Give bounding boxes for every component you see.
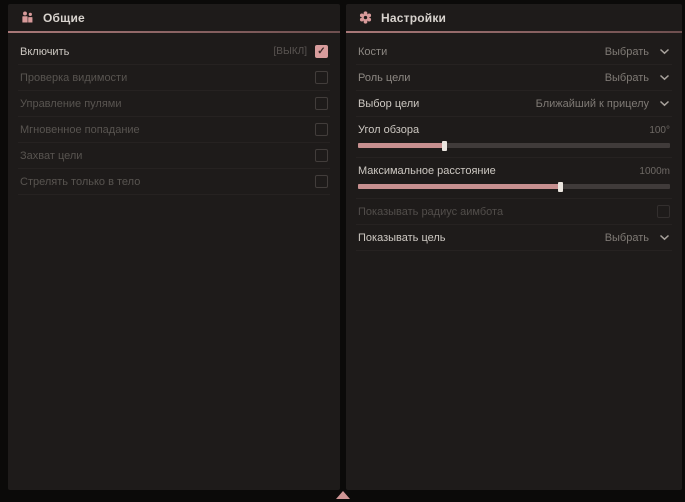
check-icon: ✓ (317, 47, 325, 57)
instant-hit-checkbox[interactable] (315, 123, 328, 136)
gear-icon (358, 10, 373, 25)
target-role-dropdown[interactable]: Выбрать (605, 72, 670, 84)
row-label: Мгновенное попадание (20, 124, 140, 136)
panel-title: Настройки (381, 11, 446, 25)
bullet-control-checkbox[interactable] (315, 97, 328, 110)
row-label: Роль цели (358, 72, 410, 84)
row-label: Выбор цели (358, 98, 419, 110)
slider-fill (358, 143, 445, 148)
menu-panels: Общие Включить [ВЫКЛ] ✓ Проверка видимос… (8, 4, 682, 490)
dropdown-value: Выбрать (605, 232, 649, 244)
slider-value: 1000m (639, 166, 670, 177)
row-instant-hit: Мгновенное попадание (18, 117, 330, 143)
dropdown-value: Выбрать (605, 46, 649, 58)
row-target-selection: Выбор цели Ближайший к прицелу (356, 91, 672, 117)
row-fov: Угол обзора 100° (356, 117, 672, 158)
row-max-distance: Максимальное расстояние 1000m (356, 158, 672, 199)
slider-value: 100° (649, 125, 670, 136)
row-label: Управление пулями (20, 98, 122, 110)
row-visibility-check: Проверка видимости (18, 65, 330, 91)
people-icon (20, 10, 35, 25)
row-label: Захват цели (20, 150, 82, 162)
row-label: Проверка видимости (20, 72, 127, 84)
row-bones: Кости Выбрать (356, 39, 672, 65)
row-label: Максимальное расстояние (358, 165, 496, 177)
row-show-target: Показывать цель Выбрать (356, 225, 672, 251)
panel-general-header: Общие (8, 4, 340, 31)
target-lock-checkbox[interactable] (315, 149, 328, 162)
row-label: Кости (358, 46, 387, 58)
max-distance-slider[interactable] (358, 184, 670, 189)
keybind-state: [ВЫКЛ] (274, 46, 307, 57)
target-selection-dropdown[interactable]: Ближайший к прицелу (536, 98, 670, 110)
slider-fill (358, 184, 561, 189)
row-body-only: Стрелять только в тело (18, 169, 330, 195)
row-show-aimbot-radius: Показывать радиус аимбота (356, 199, 672, 225)
panel-title: Общие (43, 11, 85, 25)
panel-settings-header: Настройки (346, 4, 682, 31)
row-label: Включить (20, 46, 69, 58)
slider-handle[interactable] (558, 182, 563, 192)
show-aimbot-radius-checkbox[interactable] (657, 205, 670, 218)
bones-dropdown[interactable]: Выбрать (605, 46, 670, 58)
row-target-role: Роль цели Выбрать (356, 65, 672, 91)
dropdown-value: Выбрать (605, 72, 649, 84)
enable-checkbox[interactable]: ✓ (315, 45, 328, 58)
body-only-checkbox[interactable] (315, 175, 328, 188)
fov-slider[interactable] (358, 143, 670, 148)
row-target-lock: Захват цели (18, 143, 330, 169)
visibility-check-checkbox[interactable] (315, 71, 328, 84)
panel-settings: Настройки Кости Выбрать Роль цели Выбрат… (346, 4, 682, 490)
row-label: Показывать радиус аимбота (358, 206, 503, 218)
row-bullet-control: Управление пулями (18, 91, 330, 117)
chevron-down-icon (659, 98, 670, 110)
chevron-down-icon (659, 232, 670, 244)
row-label: Стрелять только в тело (20, 176, 140, 188)
slider-handle[interactable] (442, 141, 447, 151)
chevron-down-icon (659, 72, 670, 84)
row-enable: Включить [ВЫКЛ] ✓ (18, 39, 330, 65)
show-target-dropdown[interactable]: Выбрать (605, 232, 670, 244)
panel-general: Общие Включить [ВЫКЛ] ✓ Проверка видимос… (8, 4, 340, 490)
dropdown-value: Ближайший к прицелу (536, 98, 649, 110)
row-label: Показывать цель (358, 232, 446, 244)
chevron-down-icon (659, 46, 670, 58)
row-label: Угол обзора (358, 124, 419, 136)
scroll-up-arrow-icon[interactable] (336, 491, 350, 499)
